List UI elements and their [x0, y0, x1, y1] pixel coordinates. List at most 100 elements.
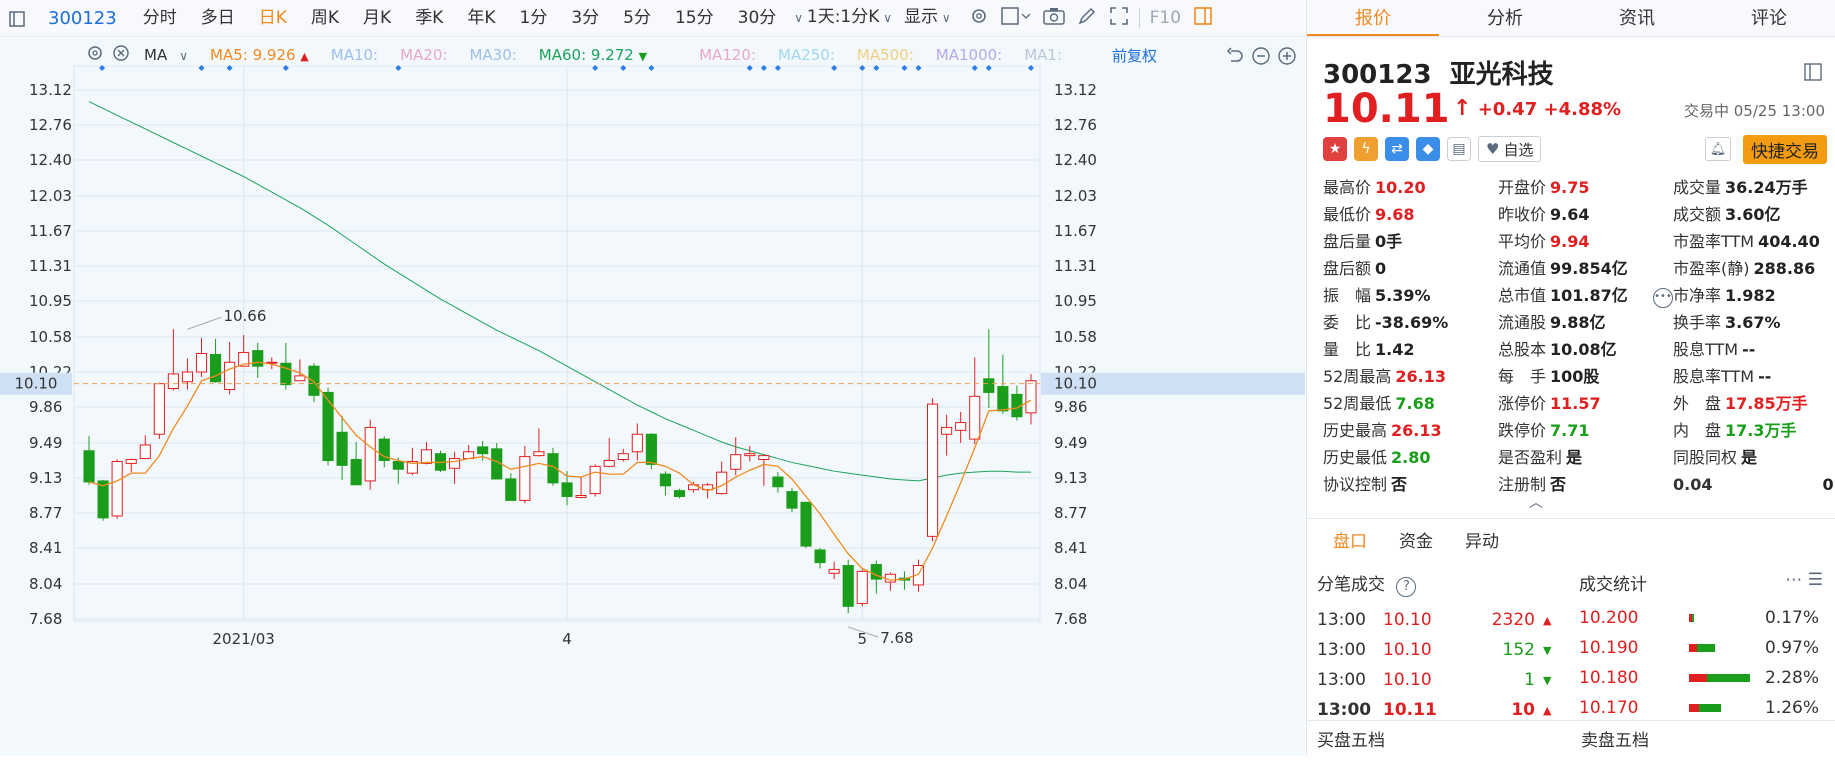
- stat-label: 市盈率(静): [1673, 259, 1750, 278]
- stat-value: 36.24万手: [1725, 178, 1808, 197]
- y-tick-label-left: 10.95: [29, 292, 72, 310]
- tab-pankou[interactable]: 盘口: [1333, 527, 1367, 552]
- stock-code[interactable]: 300123: [48, 8, 117, 29]
- more-icon[interactable]: •••: [1653, 288, 1673, 308]
- stat-label: 总市值: [1498, 286, 1547, 305]
- camera-icon[interactable]: [1042, 6, 1065, 30]
- stat-value: 是: [1741, 448, 1758, 467]
- annotation-low: 7.68: [880, 629, 913, 647]
- plot-frame: [73, 65, 1041, 622]
- ma1000-value: MA1000:: [935, 46, 1003, 64]
- gear-icon[interactable]: [969, 6, 989, 30]
- tab-rik[interactable]: 日K: [247, 0, 299, 37]
- bell-icon[interactable]: 🔔︎: [1705, 137, 1731, 161]
- tab-3min[interactable]: 3分: [559, 0, 611, 37]
- shuffle-icon[interactable]: ⇄: [1385, 137, 1409, 161]
- tick-trades-title: 分笔成交 ?: [1317, 570, 1557, 597]
- china-flag-icon[interactable]: ★: [1323, 137, 1347, 161]
- tab-analysis[interactable]: 分析: [1439, 0, 1571, 36]
- stat-22: 每 手 100股: [1498, 365, 1673, 388]
- kline-chart[interactable]: 13.12 13.12 12.76 12.76 12.40 12.40 12.03 12.03…: [0, 38, 1305, 756]
- zoom-in-icon[interactable]: [1277, 46, 1297, 70]
- fullscreen-icon[interactable]: [1109, 6, 1129, 30]
- y-tick-label-left: 8.04: [29, 575, 62, 593]
- x-tick-label: 4: [562, 630, 572, 648]
- stat-label: 内 盘: [1673, 421, 1722, 440]
- bookmark-icon[interactable]: ▤: [1447, 137, 1471, 161]
- stat-label: 换手率: [1673, 313, 1722, 332]
- square-select-icon[interactable]: [1000, 6, 1031, 30]
- collapse-icon[interactable]: ︿: [1529, 492, 1543, 512]
- display-dropdown[interactable]: 显示 ∨: [898, 0, 957, 37]
- y-tick-label-right: 12.03: [1054, 187, 1097, 205]
- current-price-label-right: 10.10: [1054, 375, 1097, 393]
- candle-body: [392, 460, 404, 470]
- tab-niank[interactable]: 年K: [455, 0, 507, 37]
- stat-value: 100股: [1550, 367, 1600, 386]
- candle-body: [1025, 380, 1037, 414]
- candle-body: [758, 455, 770, 461]
- stat-value: 10.20: [1375, 178, 1426, 197]
- tick-trades-list: 13:00 10.10 2320 ▲ 13:00 10.10 152 ▼ 13:00 10.10 1…: [1317, 605, 1557, 719]
- sidebar-toggle-icon[interactable]: [8, 0, 26, 37]
- ma-selector[interactable]: MA ∨: [144, 46, 188, 64]
- tab-duori[interactable]: 多日: [189, 0, 247, 37]
- adjust-mode-button[interactable]: 前复权: [1112, 45, 1157, 66]
- panel-toggle-icon[interactable]: [1193, 6, 1213, 30]
- volume-stats-list: 10.200 0.17% 10.190 0.97% 10.180 2.28% 10.170 1…: [1579, 603, 1829, 717]
- tab-30min[interactable]: 30分: [726, 0, 789, 37]
- tab-quote[interactable]: 报价: [1307, 0, 1439, 36]
- panel-layout-icon[interactable]: [1803, 62, 1823, 86]
- stat-value: 7.68: [1395, 394, 1435, 413]
- quick-trade-button[interactable]: 快捷交易: [1743, 135, 1827, 164]
- tab-zhouk[interactable]: 周K: [299, 0, 351, 37]
- lightning-icon[interactable]: ϟ: [1354, 137, 1378, 161]
- candle-body: [294, 375, 306, 382]
- undo-icon[interactable]: [1225, 46, 1245, 70]
- tab-comments[interactable]: 评论: [1703, 0, 1835, 36]
- tab-yidong[interactable]: 异动: [1465, 527, 1499, 552]
- tab-5min[interactable]: 5分: [611, 0, 663, 37]
- stat-value: 11.57: [1550, 394, 1601, 413]
- x-tick-label: 2021/03: [213, 630, 275, 648]
- stat-value: 2.80: [1391, 448, 1431, 467]
- pencil-icon[interactable]: [1077, 6, 1097, 30]
- zoom-out-icon[interactable]: [1251, 46, 1271, 70]
- stat-21: 52周最高 26.13: [1323, 365, 1498, 388]
- tab-zijin[interactable]: 资金: [1399, 527, 1433, 552]
- candle-body: [730, 454, 742, 470]
- f10-button[interactable]: F10: [1150, 8, 1181, 28]
- stat-value: 9.64: [1550, 205, 1590, 224]
- stat-label: 每 手: [1498, 367, 1547, 386]
- tab-15min[interactable]: 15分: [663, 0, 726, 37]
- help-icon[interactable]: ?: [1396, 577, 1417, 597]
- candle-body: [448, 458, 461, 469]
- stat-12: 振 幅 5.39%: [1323, 284, 1498, 307]
- tab-fenshi[interactable]: 分时: [131, 0, 189, 37]
- ma60-value: MA60: 9.272 ▼: [538, 46, 648, 64]
- candle-body: [83, 450, 95, 483]
- stat-label: 委 比: [1323, 313, 1372, 332]
- stat-price: 10.190: [1579, 638, 1639, 658]
- stat-13: 总市值 101.87亿: [1498, 284, 1673, 307]
- y-tick-label-right: 12.40: [1054, 151, 1097, 169]
- y-tick-label-right: 8.77: [1054, 504, 1087, 522]
- stat-label: 振 幅: [1323, 286, 1372, 305]
- tab-yuek[interactable]: 月K: [351, 0, 403, 37]
- tab-jik[interactable]: 季K: [403, 0, 455, 37]
- period-dropdown[interactable]: ∨ 1天:1分K ∨: [788, 0, 898, 37]
- gear-icon[interactable]: [86, 44, 104, 66]
- stat-label: 量 比: [1323, 340, 1372, 359]
- y-tick-label-left: 12.03: [29, 187, 72, 205]
- close-icon[interactable]: [112, 44, 130, 66]
- stat-bar: [1689, 614, 1753, 622]
- stat-label: 同股同权: [1673, 448, 1738, 467]
- quote-stats: 最高价 10.20 开盘价 9.75 成交量 36.24万手 最低价 9.68 昨收价 9.64 成…: [1323, 176, 1835, 496]
- add-watchlist-button[interactable]: ♥ 自选: [1478, 136, 1542, 162]
- down-triangle-icon: ▼: [638, 50, 648, 63]
- more-icon[interactable]: ⋯ ☰: [1785, 570, 1823, 595]
- tab-1min[interactable]: 1分: [508, 0, 560, 37]
- tab-news[interactable]: 资讯: [1571, 0, 1703, 36]
- tag-icon[interactable]: ◆: [1416, 137, 1440, 161]
- candle-body: [941, 426, 953, 435]
